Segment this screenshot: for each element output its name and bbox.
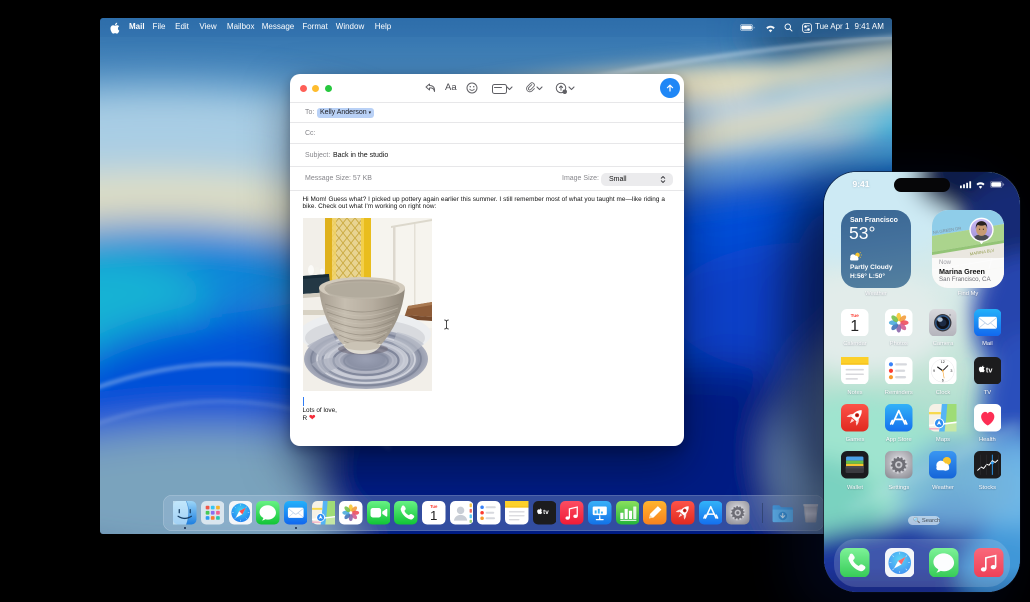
svg-text:tv: tv [543, 509, 549, 516]
svg-text:6: 6 [942, 378, 944, 382]
svg-text:1: 1 [851, 318, 860, 335]
svg-text:1: 1 [430, 508, 437, 523]
svg-text:tv: tv [986, 365, 993, 374]
svg-text:3: 3 [951, 369, 953, 373]
svg-text:12: 12 [941, 360, 945, 364]
svg-text:9: 9 [933, 369, 935, 373]
